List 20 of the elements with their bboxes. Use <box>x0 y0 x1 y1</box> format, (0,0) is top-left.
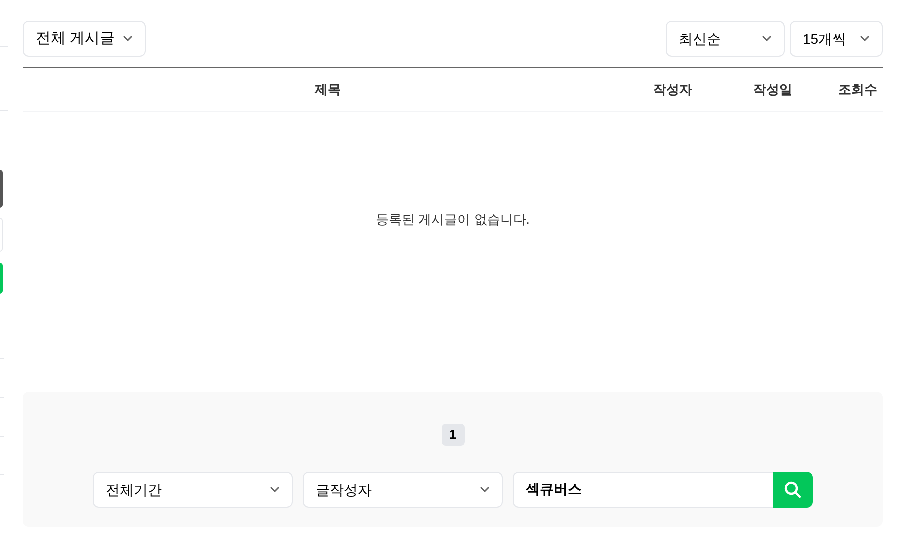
period-select[interactable]: 전체기간 <box>93 472 293 508</box>
sort-select[interactable]: 최신순 <box>666 21 785 57</box>
column-header: 조회수 <box>838 82 878 97</box>
chevron-icon <box>860 36 870 42</box>
column-header: 제목 <box>315 82 341 97</box>
search-input[interactable]: 섹큐버스 <box>513 472 773 508</box>
chevron-icon <box>480 487 490 493</box>
empty-message: 등록된 게시글이 없습니다. <box>376 211 530 230</box>
category-select[interactable]: 전체 게시글 <box>23 21 146 57</box>
page-size-select[interactable]: 15개씩 <box>790 21 883 57</box>
search-field-select[interactable]: 글작성자 <box>303 472 503 508</box>
column-header: 작성일 <box>754 82 792 97</box>
sidebar-button-edge[interactable] <box>0 170 3 208</box>
column-header: 작성자 <box>654 82 692 97</box>
chevron-icon <box>762 36 772 42</box>
chevron-icon <box>270 487 280 493</box>
search-icon <box>784 481 802 499</box>
chevron-icon <box>123 36 133 42</box>
page-button[interactable]: 1 <box>442 424 464 446</box>
search-button[interactable] <box>773 472 813 508</box>
